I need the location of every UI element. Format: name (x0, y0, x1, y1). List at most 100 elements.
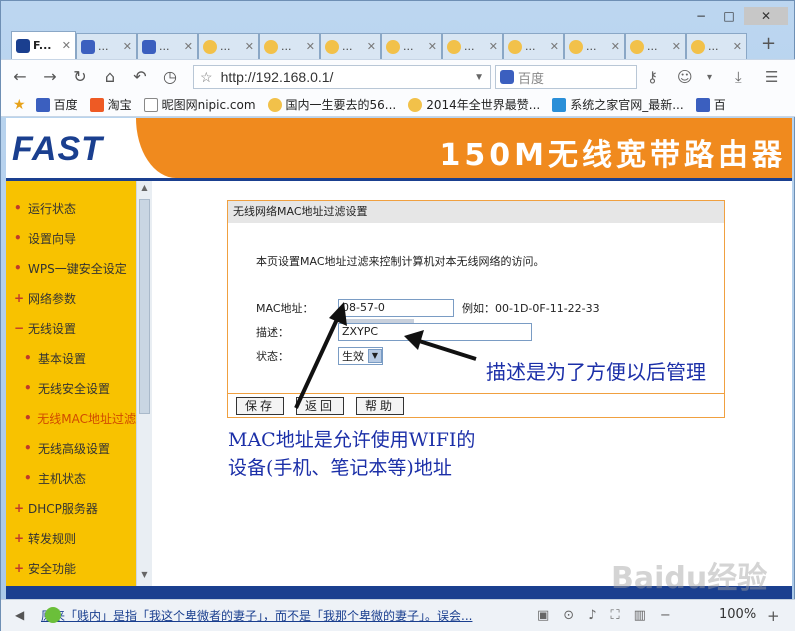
chart-icon[interactable]: ▣ (537, 608, 549, 623)
close-tab-icon[interactable]: ✕ (550, 40, 559, 53)
split-view-icon[interactable]: ▥ (634, 608, 646, 623)
screenshot-icon[interactable]: ⊙ (563, 608, 574, 623)
tab[interactable]: ... ✕ (442, 33, 503, 59)
search-box[interactable]: 百度 (495, 65, 637, 89)
close-tab-icon[interactable]: ✕ (123, 40, 132, 53)
router-page: FAST 150M无线宽带路由器 • 运行状态 • 设置向导 • WPS一键安全设定 … (6, 118, 792, 586)
bookmark-label: 百度 (53, 98, 78, 112)
baidu-watermark: Baidu经验 (611, 561, 768, 596)
home-icon[interactable]: ⌂ (99, 67, 121, 86)
bookmark-label: 国内一生要去的56... (285, 98, 397, 112)
address-bar[interactable]: ☆ http://192.168.0.1/ ▼ (193, 65, 491, 89)
bookmark-item[interactable]: 淘宝 (89, 96, 132, 113)
forward-icon[interactable]: → (39, 67, 61, 86)
tab-label: ... (586, 40, 597, 53)
close-tab-icon[interactable]: ✕ (611, 40, 620, 53)
tab-label: ... (98, 40, 109, 53)
smile-icon (569, 39, 583, 54)
bookmark-label: 百 (713, 98, 726, 112)
smile-icon (264, 39, 278, 54)
tab-label: ... (403, 40, 414, 53)
close-tab-icon[interactable]: ✕ (306, 40, 315, 53)
account-icon[interactable]: ☺ (677, 68, 693, 86)
reload-icon[interactable]: ↻ (69, 67, 91, 86)
bookmark-item[interactable]: 系统之家官网_最新... (552, 96, 684, 113)
tab-label: ... (220, 40, 231, 53)
tab-fast[interactable]: F... ✕ (11, 31, 76, 59)
bookmark-item[interactable]: 百度 (35, 96, 78, 113)
tab[interactable]: ... ✕ (320, 33, 381, 59)
close-tab-icon[interactable]: ✕ (672, 40, 681, 53)
download-icon[interactable]: ⤓ (735, 68, 742, 86)
tab[interactable]: ... ✕ (625, 33, 686, 59)
browser-window: − □ ✕ F... ✕ ... ✕ ... ✕ ... ✕ ... ✕ ... ✕ ..… (0, 0, 795, 631)
tab[interactable]: ... ✕ (259, 33, 320, 59)
tab-label: F... (33, 39, 52, 52)
favorites-star-icon[interactable]: ★ (13, 97, 26, 113)
bookmark-label: 系统之家官网_最新... (570, 98, 684, 112)
smile-icon (408, 97, 423, 112)
smile-icon (691, 39, 705, 54)
tab[interactable]: ... ✕ (198, 33, 259, 59)
chevron-down-icon[interactable]: ▼ (474, 72, 484, 83)
page-icon (143, 97, 158, 112)
news-ticker[interactable]: 原来「贱内」是指「我这个卑微者的妻子」，而不是「我那个卑微的妻子」。误会... (41, 607, 501, 624)
bookmark-item[interactable]: 国内一生要去的56... (267, 96, 397, 113)
close-tab-icon[interactable]: ✕ (367, 40, 376, 53)
maximize-button[interactable]: □ (716, 7, 742, 25)
close-tab-icon[interactable]: ✕ (184, 40, 193, 53)
annotation-mac: MAC地址是允许使用WIFI的 设备(手机、笔记本等)地址 (228, 426, 475, 482)
close-tab-icon[interactable]: ✕ (428, 40, 437, 53)
smile-icon (508, 39, 522, 54)
sound-icon[interactable]: ◀ (15, 608, 24, 622)
zoom-level[interactable]: 100% (719, 607, 756, 622)
chevron-down-icon[interactable]: ▾ (707, 72, 712, 83)
tab-label: ... (159, 40, 170, 53)
annotation-line: 设备(手机、笔记本等)地址 (228, 457, 452, 479)
tab[interactable]: ... ✕ (381, 33, 442, 59)
bookmark-item[interactable]: 百 (695, 96, 726, 113)
paw-icon (142, 39, 156, 54)
paw-icon (35, 97, 50, 112)
arrow-head (329, 302, 347, 326)
bookmark-item[interactable]: 昵图网nipic.com (143, 96, 256, 113)
status-bar: ◀ 原来「贱内」是指「我这个卑微者的妻子」，而不是「我那个卑微的妻子」。误会..… (1, 599, 795, 631)
close-tab-icon[interactable]: ✕ (245, 40, 254, 53)
smile-icon (447, 39, 461, 54)
volume-icon[interactable]: ♪ (588, 608, 596, 623)
status-icons: ▣ ⊙ ♪ ⛶ ▥ − (537, 608, 671, 623)
history-icon[interactable]: ◷ (159, 67, 181, 86)
taobao-icon (89, 97, 104, 112)
tab-label: ... (647, 40, 658, 53)
close-tab-icon[interactable]: ✕ (733, 40, 742, 53)
tab-label: ... (525, 40, 536, 53)
bookmark-item[interactable]: 2014年全世界最赞... (408, 96, 540, 113)
search-input[interactable]: 百度 (518, 68, 544, 87)
close-tab-icon[interactable]: ✕ (489, 40, 498, 53)
new-tab-button[interactable]: + (761, 33, 776, 54)
annotation-description: 描述是为了方便以后管理 (486, 360, 706, 384)
fullscreen-icon[interactable]: ⛶ (611, 608, 620, 623)
tab[interactable]: ... ✕ (76, 33, 137, 59)
zoom-in-icon[interactable]: + (767, 607, 780, 625)
tab[interactable]: ... ✕ (503, 33, 564, 59)
minimize-button[interactable]: − (688, 7, 714, 25)
arrow-to-description (415, 338, 477, 361)
arrow-head (404, 330, 424, 350)
zoom-out-icon[interactable]: − (660, 608, 671, 623)
address-url[interactable]: http://192.168.0.1/ (221, 69, 334, 85)
bookmark-label: 昵图网nipic.com (161, 98, 256, 112)
window-controls: − □ ✕ (688, 7, 788, 25)
key-icon[interactable]: ⚷ (647, 68, 658, 86)
smile-icon (630, 39, 644, 54)
close-window-button[interactable]: ✕ (744, 7, 788, 25)
close-tab-icon[interactable]: ✕ (62, 39, 71, 52)
favorite-star-icon[interactable]: ☆ (200, 69, 213, 86)
menu-icon[interactable]: ☰ (765, 68, 778, 86)
tab[interactable]: ... ✕ (137, 33, 198, 59)
back-icon[interactable]: ← (9, 67, 31, 86)
tab[interactable]: ... ✕ (564, 33, 625, 59)
undo-icon[interactable]: ↶ (129, 67, 151, 86)
tab[interactable]: ... ✕ (686, 33, 747, 59)
bookmarks-bar: ★ 百度 淘宝 昵图网nipic.com 国内一生要去的56... 2014年全… (1, 93, 795, 117)
